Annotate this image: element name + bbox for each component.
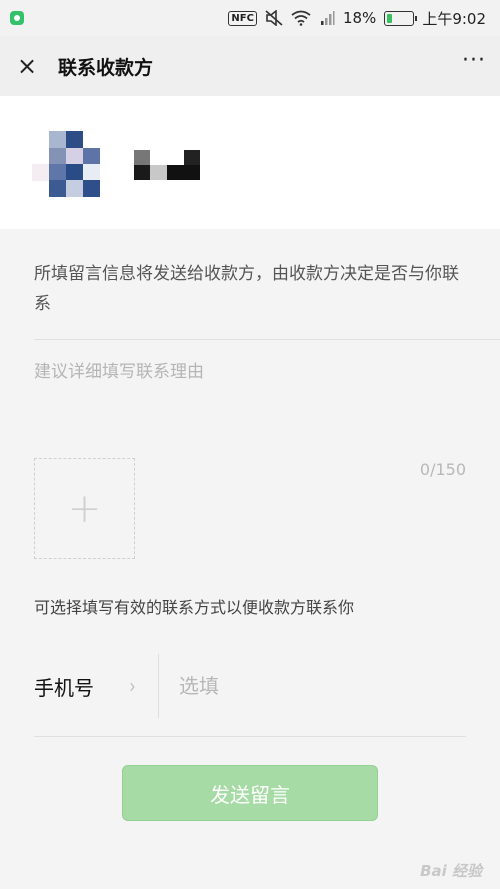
close-icon[interactable]: × (14, 52, 40, 80)
chevron-right-icon[interactable]: › (129, 674, 155, 698)
clock: 上午9:02 (422, 9, 486, 28)
page-title: 联系收款方 (58, 56, 154, 79)
vertical-divider (158, 654, 159, 718)
status-bar: NFC 18% 上午9:02 (0, 0, 500, 36)
nfc-icon: NFC (228, 10, 257, 26)
avatar (32, 131, 102, 197)
nav-bar: × 联系收款方 ··· (0, 36, 500, 96)
battery-fill (387, 13, 392, 23)
more-options-icon[interactable]: ··· (462, 50, 486, 76)
phone-row: 手机号 › (34, 651, 466, 721)
divider (34, 736, 466, 737)
notice-text: 所填留言信息将发送给收款方，由收款方决定是否与你联系 (34, 264, 459, 314)
message-input[interactable] (34, 357, 464, 447)
status-bar-right: NFC 18% 上午9:02 (228, 8, 486, 29)
contact-hint: 可选择填写有效的联系方式以便收款方联系你 (34, 598, 355, 617)
wifi-icon (291, 10, 311, 26)
watermark: Bai 经验 (420, 862, 482, 880)
phone-input[interactable] (179, 674, 466, 698)
contact-form: 所填留言信息将发送给收款方，由收款方决定是否与你联系 0/150 + 可选择填写… (0, 239, 500, 889)
payee-name-mosaic (134, 150, 202, 180)
status-bar-left (10, 11, 24, 25)
plus-icon: + (67, 485, 102, 532)
char-counter: 0/150 (419, 460, 466, 479)
divider (34, 339, 500, 340)
payee-card (0, 96, 500, 229)
phone-label: 手机号 (34, 675, 94, 700)
signal-icon (320, 11, 335, 25)
mute-icon (265, 10, 283, 26)
add-image-button[interactable]: + (34, 458, 135, 559)
send-message-button[interactable]: 发送留言 (122, 765, 378, 821)
app-notification-icon (10, 11, 24, 25)
battery-icon (384, 10, 418, 26)
battery-percent: 18% (342, 9, 377, 27)
